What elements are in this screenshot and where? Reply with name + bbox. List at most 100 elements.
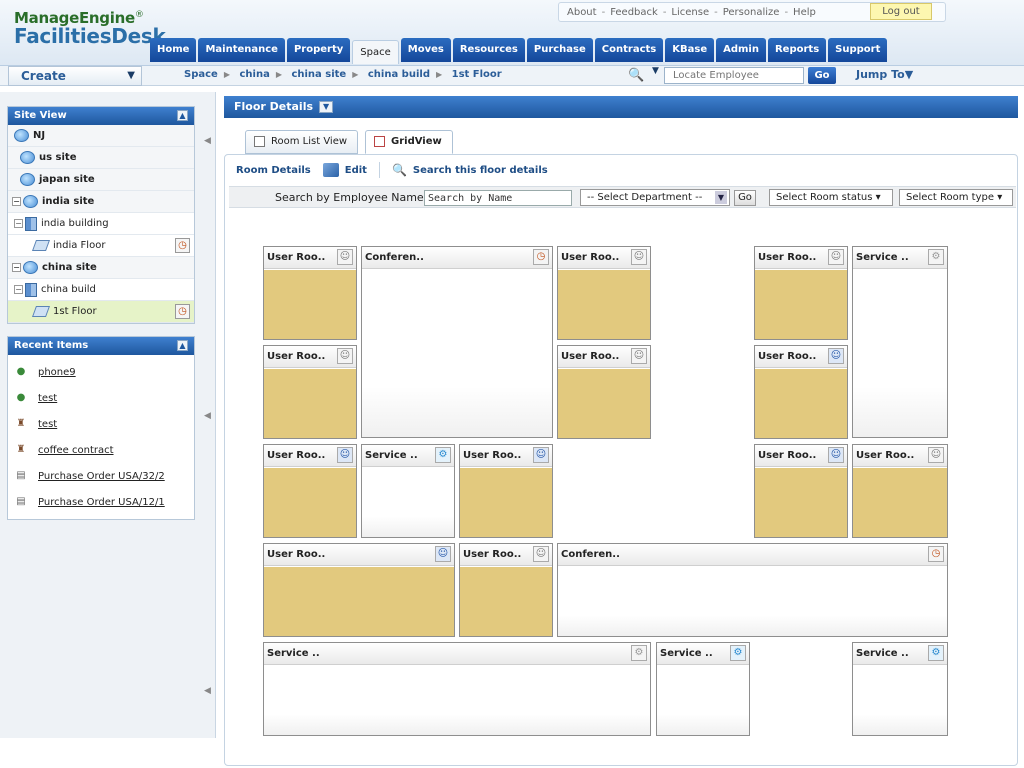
user-icon[interactable]: ☺ [337, 348, 353, 364]
license-link[interactable]: License [671, 7, 709, 18]
recent-item[interactable]: ● phone9 [8, 359, 194, 385]
room-cell[interactable]: User Roo.. ☺ [459, 444, 553, 538]
room-cell[interactable]: Service .. ⚙ [852, 246, 948, 438]
personalize-link[interactable]: Personalize [723, 7, 780, 18]
clock-icon[interactable]: ◷ [533, 249, 549, 265]
room-cell[interactable]: User Roo.. ☺ [263, 246, 357, 340]
recent-item[interactable]: ● test [8, 385, 194, 411]
recent-item-link[interactable]: test [38, 393, 57, 404]
tab-kbase[interactable]: KBase [665, 38, 715, 62]
tree-item-china-site[interactable]: − china site [8, 257, 194, 279]
tab-property[interactable]: Property [286, 38, 351, 62]
create-dropdown[interactable]: Create ▼ [8, 66, 142, 86]
tab-support[interactable]: Support [828, 38, 888, 62]
recent-item[interactable]: ♜ test [8, 411, 194, 437]
room-cell[interactable]: User Roo.. ☺ [754, 246, 848, 340]
user-icon[interactable]: ☺ [828, 447, 844, 463]
tree-item-nj[interactable]: NJ [8, 125, 194, 147]
user-icon[interactable]: ☺ [435, 546, 451, 562]
collapse-tree-icon[interactable]: − [12, 197, 21, 206]
recent-item[interactable]: ▤ Purchase Order USA/32/2 [8, 463, 194, 489]
feedback-link[interactable]: Feedback [610, 7, 658, 18]
room-cell[interactable]: Service .. ⚙ [656, 642, 750, 736]
clock-icon[interactable]: ◷ [175, 304, 190, 319]
collapse-sidebar-icon[interactable]: ◀ [204, 686, 211, 696]
breadcrumb-china-build[interactable]: china build [368, 69, 430, 80]
collapse-icon[interactable]: ▲ [177, 110, 188, 121]
collapse-tree-icon[interactable]: − [14, 285, 23, 294]
tab-space[interactable]: Space [352, 40, 399, 64]
search-floor-link[interactable]: Search this floor details [413, 165, 548, 176]
employee-search-input[interactable] [424, 190, 572, 206]
breadcrumb-china[interactable]: china [239, 69, 269, 80]
about-link[interactable]: About [567, 7, 597, 18]
collapse-sidebar-icon[interactable]: ◀ [204, 136, 211, 146]
user-icon[interactable]: ☺ [828, 348, 844, 364]
tree-item-india-floor[interactable]: india Floor ◷ [8, 235, 194, 257]
room-cell[interactable]: User Roo.. ☺ [754, 444, 848, 538]
user-icon[interactable]: ☺ [828, 249, 844, 265]
user-icon[interactable]: ☺ [631, 249, 647, 265]
tab-contracts[interactable]: Contracts [594, 38, 664, 62]
room-cell[interactable]: Service .. ⚙ [263, 642, 651, 736]
tab-home[interactable]: Home [150, 38, 197, 62]
department-go-button[interactable]: Go [734, 190, 756, 206]
edit-link[interactable]: Edit [345, 165, 367, 176]
search-icon[interactable]: 🔍 [392, 163, 407, 177]
service-icon[interactable]: ⚙ [928, 645, 944, 661]
tree-item-us-site[interactable]: us site [8, 147, 194, 169]
room-cell[interactable]: User Roo.. ☺ [263, 543, 455, 637]
room-cell[interactable]: User Roo.. ☺ [754, 345, 848, 439]
user-icon[interactable]: ☺ [337, 249, 353, 265]
tab-maintenance[interactable]: Maintenance [198, 38, 285, 62]
tab-room-list-view[interactable]: Room List View [245, 130, 359, 154]
jump-to-dropdown[interactable]: Jump To▼ [856, 68, 913, 81]
room-cell[interactable]: User Roo.. ☺ [852, 444, 948, 538]
tab-resources[interactable]: Resources [452, 38, 525, 62]
user-icon[interactable]: ☺ [533, 546, 549, 562]
department-select[interactable]: -- Select Department -- ▼ [580, 189, 730, 206]
clock-icon[interactable]: ◷ [928, 546, 944, 562]
collapse-tree-icon[interactable]: − [12, 263, 21, 272]
recent-item[interactable]: ▤ Purchase Order USA/12/1 [8, 489, 194, 515]
tree-item-india-building[interactable]: − india building [8, 213, 194, 235]
edit-icon[interactable] [322, 163, 339, 177]
clock-icon[interactable]: ◷ [175, 238, 190, 253]
room-cell[interactable]: User Roo.. ☺ [459, 543, 553, 637]
tree-item-1st-floor[interactable]: 1st Floor ◷ [8, 301, 194, 323]
service-icon[interactable]: ⚙ [435, 447, 451, 463]
recent-item-link[interactable]: test [38, 419, 57, 430]
locate-employee-icon[interactable]: 🔍 [628, 68, 648, 84]
collapse-tree-icon[interactable]: − [14, 219, 23, 228]
room-cell[interactable]: Service .. ⚙ [852, 642, 948, 736]
recent-item-link[interactable]: Purchase Order USA/32/2 [38, 471, 165, 482]
help-link[interactable]: Help [793, 7, 816, 18]
user-icon[interactable]: ☺ [928, 447, 944, 463]
recent-item-link[interactable]: coffee contract [38, 445, 114, 456]
room-cell[interactable]: User Roo.. ☺ [263, 345, 357, 439]
chevron-down-icon[interactable]: ▼ [319, 101, 334, 113]
chevron-down-icon[interactable]: ▼ [652, 66, 659, 76]
service-icon[interactable]: ⚙ [631, 645, 647, 661]
room-cell[interactable]: Conferen.. ◷ [361, 246, 553, 438]
tab-grid-view[interactable]: GridView [365, 130, 453, 154]
breadcrumb-china-site[interactable]: china site [291, 69, 346, 80]
room-status-select[interactable]: Select Room status ▾ [769, 189, 893, 206]
room-cell[interactable]: Service .. ⚙ [361, 444, 455, 538]
service-icon[interactable]: ⚙ [730, 645, 746, 661]
user-icon[interactable]: ☺ [337, 447, 353, 463]
breadcrumb-space[interactable]: Space [184, 69, 218, 80]
room-cell[interactable]: User Roo.. ☺ [263, 444, 357, 538]
tab-moves[interactable]: Moves [400, 38, 451, 62]
recent-item-link[interactable]: phone9 [38, 367, 76, 378]
collapse-icon[interactable]: ▲ [177, 340, 188, 351]
service-icon[interactable]: ⚙ [928, 249, 944, 265]
room-type-select[interactable]: Select Room type ▾ [899, 189, 1013, 206]
tab-reports[interactable]: Reports [767, 38, 827, 62]
room-cell[interactable]: User Roo.. ☺ [557, 345, 651, 439]
room-details-link[interactable]: Room Details [236, 165, 311, 176]
user-icon[interactable]: ☺ [631, 348, 647, 364]
room-cell[interactable]: User Roo.. ☺ [557, 246, 651, 340]
tab-purchase[interactable]: Purchase [526, 38, 593, 62]
locate-employee-input[interactable] [664, 67, 804, 84]
